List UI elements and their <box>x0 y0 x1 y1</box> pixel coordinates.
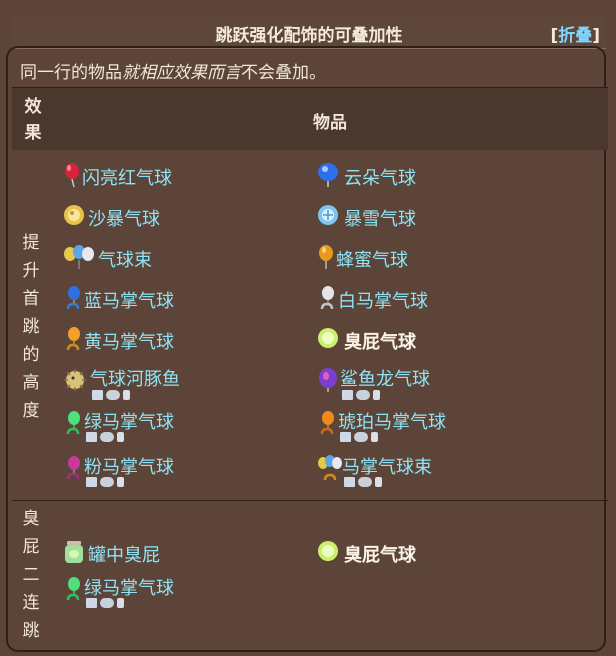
collapse-toggle[interactable]: [折叠] <box>550 21 600 46</box>
note-emphasis: 就相应效果而言 <box>122 63 241 83</box>
gamepad-icon <box>358 477 372 487</box>
column-header-effect: 效果 <box>24 97 42 143</box>
balloon-sharkron-icon <box>319 368 337 392</box>
gamepad-icon <box>356 390 370 400</box>
collapse-link[interactable]: 折叠 <box>558 26 592 46</box>
balloon-yellow-horseshoe-icon <box>66 327 80 351</box>
balloon-blizzard-icon <box>318 205 338 225</box>
mobile-icon <box>117 598 124 608</box>
mobile-icon <box>117 477 124 487</box>
gamepad-icon <box>106 390 120 400</box>
platform-icons <box>86 598 124 610</box>
balloon-green-horseshoe-icon <box>66 411 80 435</box>
platform-icons <box>92 390 130 402</box>
platform-icons <box>342 390 380 402</box>
balloon-fart-icon <box>318 328 338 348</box>
desktop-icon <box>344 477 355 487</box>
mobile-icon <box>371 432 378 442</box>
gamepad-icon <box>100 598 114 608</box>
desktop-icon <box>342 390 353 400</box>
gamepad-icon <box>100 477 114 487</box>
effect-label-fart-double-jump: 臭屁二连跳 <box>22 509 40 641</box>
balloon-bundle-icon <box>64 245 94 269</box>
platform-icons <box>340 432 378 444</box>
balloon-sandstorm-icon <box>64 205 84 225</box>
balloon-cloud-icon <box>318 163 338 187</box>
balloon-green-horseshoe-icon <box>66 577 80 601</box>
desktop-icon <box>340 432 351 442</box>
balloon-blue-horseshoe-icon <box>66 286 80 310</box>
mobile-icon <box>375 477 382 487</box>
mobile-icon <box>123 390 130 400</box>
table-title: 跳跃强化配饰的可叠加性 <box>215 26 403 46</box>
platform-icons <box>344 477 382 489</box>
mobile-icon <box>373 390 380 400</box>
platform-icons <box>86 477 124 489</box>
platform-icons <box>86 432 124 444</box>
stacking-note: 同一行的物品就相应效果而言不会叠加。 <box>20 63 326 83</box>
mobile-icon <box>117 432 124 442</box>
balloon-amber-horseshoe-icon <box>320 411 334 435</box>
balloon-horseshoe-bundle-icon <box>318 455 342 481</box>
desktop-icon <box>86 598 97 608</box>
balloon-white-horseshoe-icon <box>320 286 334 310</box>
balloon-pufferfish-icon <box>64 369 86 391</box>
infobox: 跳跃强化配饰的可叠加性 [折叠] 同一行的物品就相应效果而言不会叠加。 效果 物… <box>0 0 616 656</box>
desktop-icon <box>86 432 97 442</box>
desktop-icon <box>92 390 103 400</box>
gamepad-icon <box>354 432 368 442</box>
balloon-fart-icon <box>318 541 338 561</box>
group-divider <box>12 500 608 501</box>
effect-label-first-jump: 提升首跳的高度 <box>22 233 40 421</box>
fart-in-jar-icon <box>65 541 83 563</box>
gamepad-icon <box>100 432 114 442</box>
table-header-bar: 跳跃强化配饰的可叠加性 [折叠] <box>12 14 606 49</box>
column-header-items: 物品 <box>313 113 347 133</box>
desktop-icon <box>86 477 97 487</box>
balloon-pink-horseshoe-icon <box>66 456 80 480</box>
